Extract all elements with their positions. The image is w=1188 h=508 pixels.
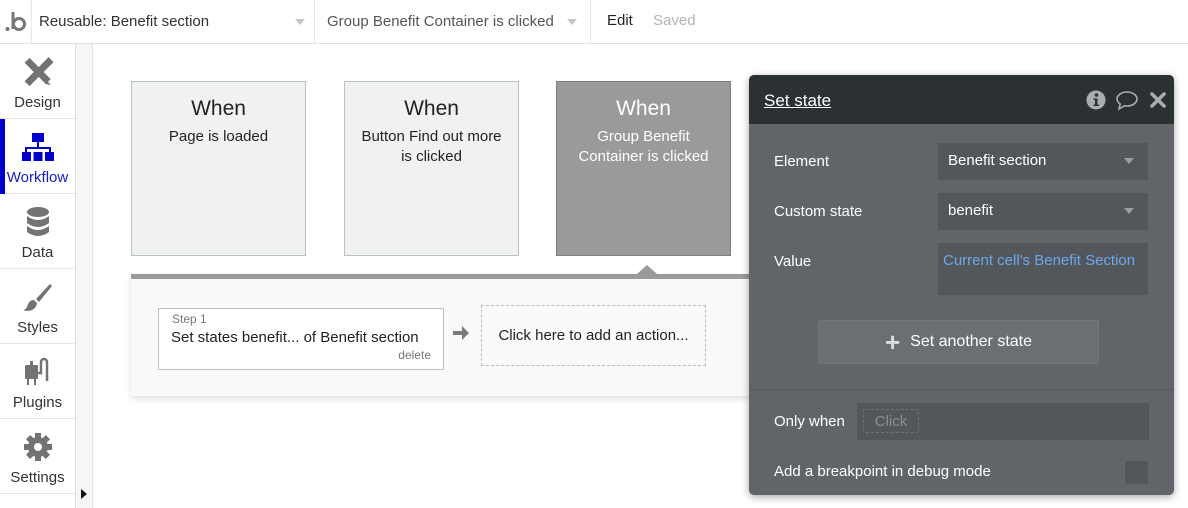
workflow-icon — [0, 131, 75, 163]
page-selector-dropdown[interactable]: Reusable: Benefit section — [32, 0, 315, 43]
bubble-logo-icon — [5, 11, 26, 31]
panel-header: Set state — [749, 75, 1174, 124]
edit-menu[interactable]: Edit — [607, 12, 633, 29]
close-icon[interactable] — [1150, 92, 1166, 108]
event-when-label: When — [404, 97, 459, 120]
custom-state-value: benefit — [948, 202, 994, 219]
sidebar-item-settings[interactable]: Settings — [0, 419, 75, 494]
sidebar-item-label: Styles — [17, 319, 58, 336]
custom-state-dropdown[interactable]: benefit — [938, 193, 1148, 230]
custom-state-label: Custom state — [774, 203, 863, 220]
element-label: Element — [774, 153, 830, 170]
chevron-down-icon — [295, 19, 305, 25]
database-icon — [0, 206, 75, 238]
event-selector-dropdown[interactable]: Group Benefit Container is clicked — [315, 0, 591, 43]
sidebar-item-label: Design — [14, 94, 61, 111]
event-description: Page is loaded — [168, 128, 269, 145]
sidebar-item-workflow[interactable]: Workflow — [0, 119, 75, 194]
breakpoint-label: Add a breakpoint in debug mode — [774, 463, 991, 480]
panel-divider — [749, 389, 1174, 390]
selected-event-pointer — [637, 265, 657, 274]
add-action-button[interactable]: Click here to add an action... — [481, 305, 706, 366]
only-when-placeholder[interactable]: Click — [863, 409, 919, 433]
panel-title[interactable]: Set state — [764, 91, 831, 111]
set-another-state-label: Set another state — [910, 333, 1033, 350]
sidebar-item-label: Workflow — [6, 169, 69, 186]
sidebar-item-label: Settings — [10, 469, 65, 486]
step-number: Step 1 — [172, 312, 207, 326]
element-dropdown[interactable]: Benefit section — [938, 143, 1148, 180]
element-value: Benefit section — [948, 152, 1047, 169]
only-when-label: Only when — [774, 413, 845, 430]
gear-icon — [0, 431, 75, 463]
event-selector-value: Group Benefit Container is clicked — [327, 13, 554, 30]
value-label: Value — [774, 253, 812, 270]
event-description: Button Find out more is clicked — [361, 128, 502, 165]
sidebar: Design Workflow Data Styles Plugins Sett… — [0, 44, 76, 508]
chevron-down-icon — [1124, 158, 1134, 164]
action-step[interactable]: Step 1 Set states benefit... of Benefit … — [158, 308, 444, 370]
event-when-label: When — [616, 97, 671, 120]
sidebar-item-design[interactable]: Design — [0, 44, 75, 119]
chevron-down-icon — [1124, 208, 1134, 214]
expand-sidebar-icon[interactable] — [81, 489, 87, 499]
bubble-logo[interactable] — [0, 0, 32, 43]
sidebar-item-label: Data — [21, 244, 54, 261]
set-another-state-button[interactable]: + Set another state — [818, 320, 1099, 364]
delete-step-link[interactable]: delete — [398, 348, 431, 362]
chevron-down-icon — [567, 19, 577, 25]
brush-icon — [0, 281, 75, 313]
breakpoint-checkbox[interactable] — [1125, 461, 1148, 484]
only-when-condition-field[interactable]: Click — [857, 403, 1149, 440]
event-when-label: When — [191, 97, 246, 120]
event-card-page-loaded[interactable]: When Page is loaded — [131, 81, 306, 256]
sidebar-item-styles[interactable]: Styles — [0, 269, 75, 344]
step-title: Set states benefit... of Benefit section — [171, 329, 419, 346]
sidebar-gutter — [76, 44, 93, 508]
plus-icon: + — [884, 327, 901, 357]
save-status: Saved — [653, 12, 696, 29]
sidebar-item-data[interactable]: Data — [0, 194, 75, 269]
set-state-panel: Set state Element Benefit section Custom… — [749, 75, 1174, 495]
value-expression-field[interactable]: Current cell's Benefit Section — [938, 243, 1148, 295]
canvas-edge — [1174, 44, 1188, 508]
page-selector-value: Reusable: Benefit section — [39, 13, 210, 30]
event-card-group-clicked[interactable]: When Group Benefit Container is clicked — [556, 81, 731, 256]
event-card-button-clicked[interactable]: When Button Find out more is clicked — [344, 81, 519, 256]
sidebar-item-label: Plugins — [12, 394, 63, 411]
arrow-right-icon — [453, 326, 469, 340]
sidebar-item-plugins[interactable]: Plugins — [0, 344, 75, 419]
comment-icon[interactable] — [1115, 90, 1139, 112]
plug-icon — [0, 356, 75, 388]
event-description: Group Benefit Container is clicked — [578, 128, 709, 165]
info-icon[interactable] — [1086, 90, 1106, 110]
design-icon — [0, 56, 75, 88]
top-bar: Reusable: Benefit section Group Benefit … — [0, 0, 1188, 44]
